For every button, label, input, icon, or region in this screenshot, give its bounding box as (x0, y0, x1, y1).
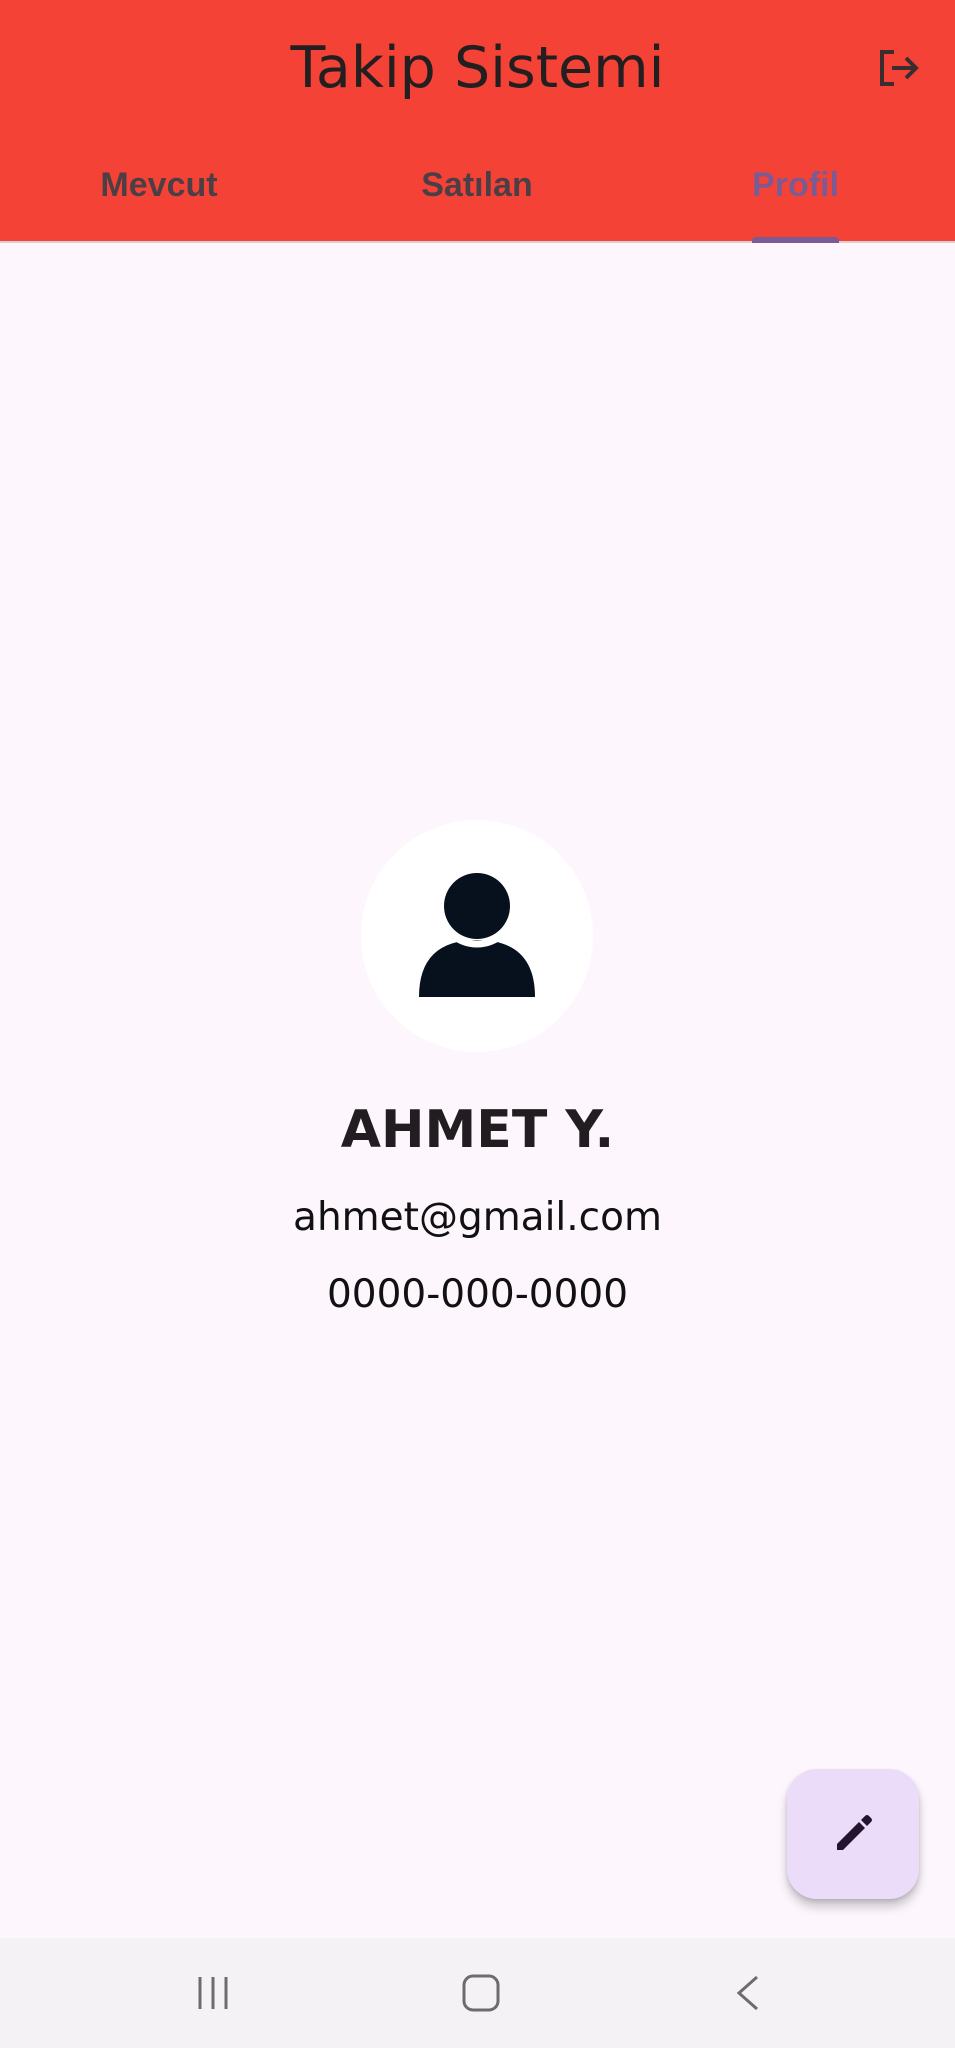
tab-mevcut[interactable]: Mevcut (0, 160, 318, 243)
edit-icon (837, 1815, 872, 1850)
person-icon (419, 870, 535, 997)
recent-apps-icon (198, 1977, 228, 2009)
tab-satilan-label: Satılan (421, 166, 533, 204)
tab-bar: Mevcut Satılan Profil (0, 160, 955, 243)
tab-profil[interactable]: Profil (636, 160, 955, 243)
app-bar: Takip Sistemi Mevcut Satılan Profil (0, 0, 955, 243)
logout-icon (880, 50, 919, 86)
tab-profil-label: Profil (752, 166, 839, 204)
edit-profile-button[interactable] (787, 1769, 919, 1899)
system-navigation-bar (0, 1938, 955, 2048)
recent-apps-button[interactable] (168, 1958, 258, 2028)
back-button[interactable] (704, 1958, 794, 2028)
profile-name: AHMET Y. (340, 1100, 615, 1160)
tab-satilan[interactable]: Satılan (318, 160, 636, 243)
home-icon (462, 1974, 500, 2012)
logout-button[interactable] (870, 40, 926, 96)
profile-phone: 0000-000-0000 (326, 1272, 629, 1317)
home-button[interactable] (436, 1958, 526, 2028)
profile-avatar (361, 820, 593, 1052)
active-tab-indicator (752, 237, 839, 243)
app-title: Takip Sistemi (290, 35, 665, 101)
back-icon (736, 1975, 758, 2011)
tab-mevcut-label: Mevcut (100, 166, 218, 204)
app-screen: Takip Sistemi Mevcut Satılan Profil AHME… (0, 0, 955, 2048)
profile-email: ahmet@gmail.com (293, 1195, 662, 1240)
